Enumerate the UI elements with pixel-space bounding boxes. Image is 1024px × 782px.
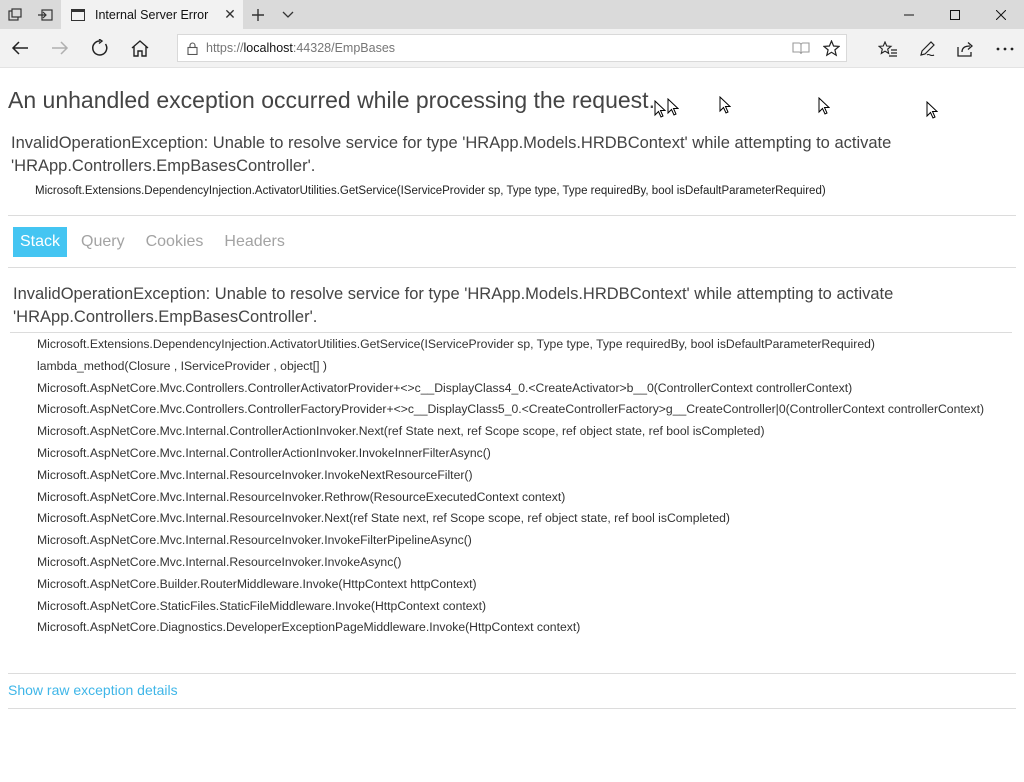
- forward-arrow-icon[interactable]: [40, 29, 80, 68]
- page-icon: [71, 8, 85, 21]
- mouse-cursor-icon: [667, 98, 679, 116]
- url-host: localhost: [243, 41, 293, 55]
- maximize-icon[interactable]: [932, 0, 978, 29]
- tab-stack[interactable]: Stack: [13, 227, 68, 257]
- url-path: :44328/EmpBases: [292, 41, 396, 55]
- title-bar: Internal Server Error ✕: [0, 0, 1024, 29]
- web-note-pen-icon[interactable]: [907, 29, 946, 68]
- stack-frame[interactable]: Microsoft.AspNetCore.Mvc.Controllers.Con…: [37, 400, 997, 419]
- tab-title: Internal Server Error: [95, 7, 209, 22]
- stack-frame[interactable]: Microsoft.Extensions.DependencyInjection…: [37, 335, 997, 354]
- title-bar-spacer: [303, 0, 886, 29]
- error-location: Microsoft.Extensions.DependencyInjection…: [35, 185, 826, 197]
- back-arrow-icon[interactable]: [0, 29, 40, 68]
- divider: [10, 332, 1012, 333]
- stack-frames: Microsoft.Extensions.DependencyInjection…: [37, 335, 997, 640]
- stack-frame[interactable]: Microsoft.AspNetCore.Mvc.Controllers.Con…: [37, 379, 997, 398]
- stack-frame[interactable]: Microsoft.AspNetCore.Mvc.Internal.Resour…: [37, 531, 997, 550]
- divider: [8, 215, 1016, 216]
- tab-query[interactable]: Query: [74, 227, 132, 257]
- stack-frame[interactable]: Microsoft.AspNetCore.StaticFiles.StaticF…: [37, 597, 997, 616]
- share-icon[interactable]: [946, 29, 985, 68]
- close-window-icon[interactable]: [978, 0, 1024, 29]
- tab-preview-chevron-down-icon[interactable]: [273, 0, 303, 29]
- page-title: An unhandled exception occurred while pr…: [8, 87, 655, 113]
- mouse-cursor-icon: [926, 101, 938, 119]
- url-prefix: https://: [206, 41, 244, 55]
- divider: [8, 708, 1016, 709]
- close-tab-icon[interactable]: ✕: [217, 0, 243, 29]
- stack-frame[interactable]: Microsoft.AspNetCore.Mvc.Internal.Contro…: [37, 422, 997, 441]
- error-page: An unhandled exception occurred while pr…: [0, 69, 1024, 782]
- home-icon[interactable]: [120, 29, 160, 68]
- favorites-hub-icon[interactable]: [868, 29, 907, 68]
- mouse-cursor-icon: [654, 100, 666, 118]
- set-tabs-aside-icon[interactable]: [30, 0, 60, 29]
- show-raw-exception-link[interactable]: Show raw exception details: [8, 682, 178, 698]
- tab-headers[interactable]: Headers: [217, 227, 291, 257]
- stack-frame[interactable]: Microsoft.AspNetCore.Mvc.Internal.Resour…: [37, 488, 997, 507]
- more-options-icon[interactable]: [985, 29, 1024, 68]
- reading-view-icon[interactable]: [786, 34, 816, 62]
- stack-frame[interactable]: Microsoft.AspNetCore.Mvc.Internal.Resour…: [37, 509, 997, 528]
- stack-frame[interactable]: lambda_method(Closure , IServiceProvider…: [37, 357, 997, 376]
- divider: [8, 267, 1016, 268]
- favorite-star-icon[interactable]: [816, 34, 846, 62]
- error-tabs: Stack Query Cookies Headers: [13, 227, 299, 257]
- minimize-icon[interactable]: [886, 0, 932, 29]
- mouse-cursor-icon: [818, 97, 830, 115]
- divider: [8, 673, 1016, 674]
- stack-frame[interactable]: Microsoft.AspNetCore.Mvc.Internal.Resour…: [37, 553, 997, 572]
- tab-actions-icon[interactable]: [0, 0, 30, 29]
- lock-icon[interactable]: [178, 41, 206, 55]
- new-tab-icon[interactable]: [243, 0, 273, 29]
- mouse-cursor-icon: [719, 96, 731, 114]
- address-bar[interactable]: https://localhost:44328/EmpBases: [177, 34, 847, 62]
- stack-frame[interactable]: Microsoft.AspNetCore.Mvc.Internal.Resour…: [37, 466, 997, 485]
- url-text[interactable]: https://localhost:44328/EmpBases: [206, 41, 786, 55]
- stack-exception-message: InvalidOperationException: Unable to res…: [13, 285, 894, 326]
- stack-frame[interactable]: Microsoft.AspNetCore.Builder.RouterMiddl…: [37, 575, 997, 594]
- browser-tab-active[interactable]: Internal Server Error ✕: [61, 0, 243, 29]
- stack-frame[interactable]: Microsoft.AspNetCore.Mvc.Internal.Contro…: [37, 444, 997, 463]
- tab-cookies[interactable]: Cookies: [139, 227, 211, 257]
- navigation-bar: https://localhost:44328/EmpBases: [0, 29, 1024, 68]
- error-message: InvalidOperationException: Unable to res…: [11, 134, 892, 175]
- refresh-icon[interactable]: [80, 29, 120, 68]
- toolbar-right: [868, 29, 1024, 68]
- stack-frame[interactable]: Microsoft.AspNetCore.Diagnostics.Develop…: [37, 618, 997, 637]
